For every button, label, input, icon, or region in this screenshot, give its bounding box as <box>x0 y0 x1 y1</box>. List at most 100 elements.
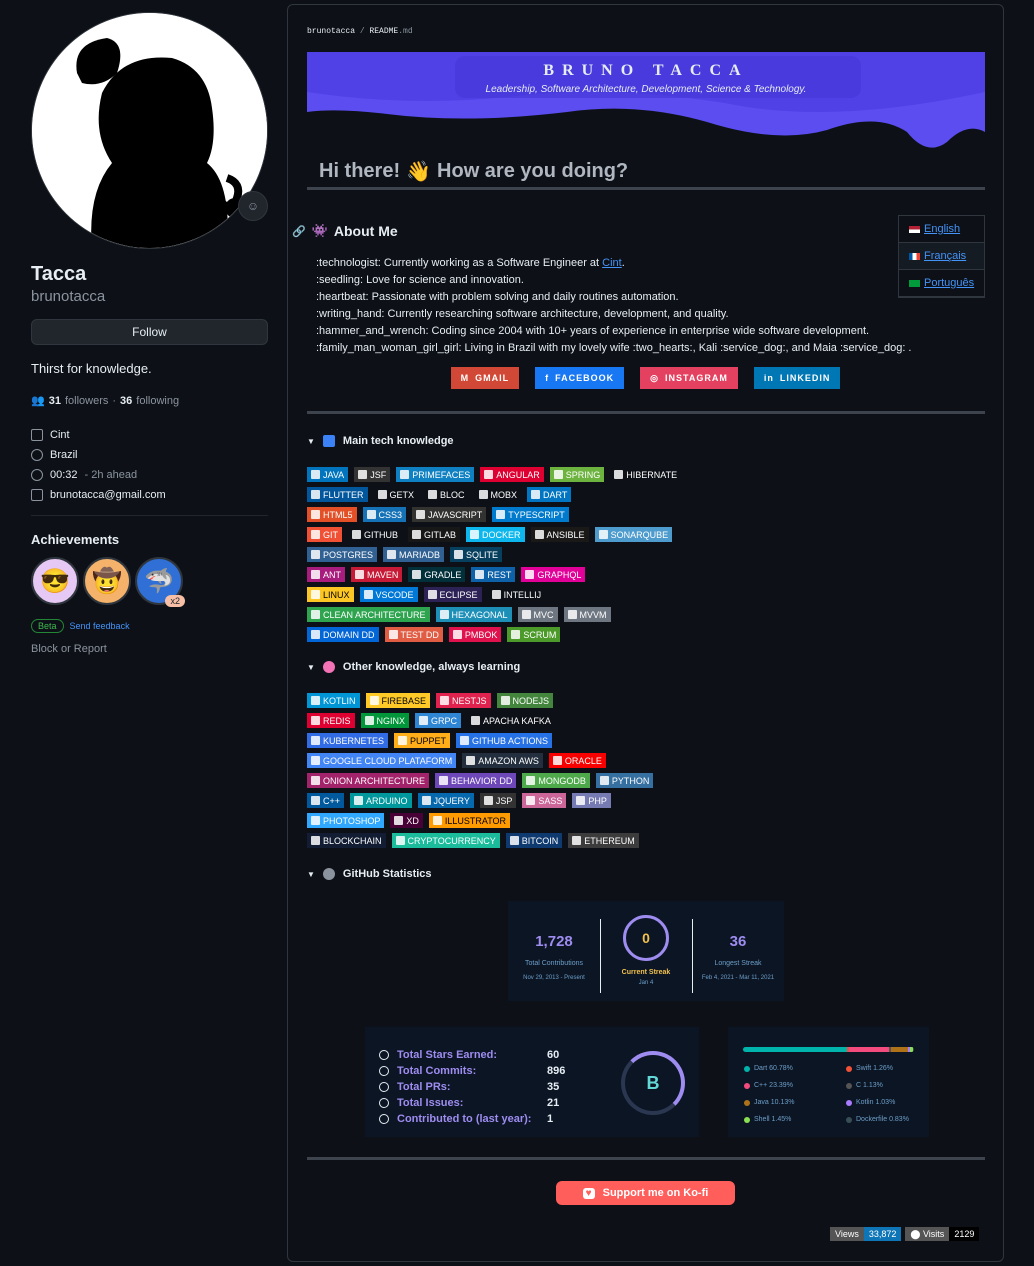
badge-row: ONION ARCHITECTURE BEHAVIOR DD MONGODB PYTH… <box>307 773 727 793</box>
badge-row: LINUX VSCODE ECLIPSE INTELLIJ <box>307 587 727 607</box>
feedback-line: Beta Send feedback <box>31 619 268 633</box>
followers-label[interactable]: followers <box>65 395 108 407</box>
tech-logo-icon <box>466 756 476 765</box>
language-bar-segment <box>890 1047 909 1052</box>
location-icon <box>31 449 43 461</box>
achievement-multiplier: x2 <box>165 595 185 607</box>
tech-logo-icon <box>509 836 519 845</box>
tech-badge: GRADLE <box>408 567 466 582</box>
visits-counter: ⬤ Visits 2129 <box>905 1227 980 1241</box>
tech-badge: ETHEREUM <box>568 833 639 848</box>
block-report-link[interactable]: Block or Report <box>31 643 268 655</box>
about-line: :hammer_and_wrench: Coding since 2004 wi… <box>316 325 870 337</box>
tech-badge: HEXAGONAL <box>435 607 512 622</box>
following-count[interactable]: 36 <box>120 395 132 407</box>
kofi-button[interactable]: ♥ Support me on Ko-fi <box>556 1181 735 1205</box>
book-icon <box>322 435 335 447</box>
tech-logo-icon <box>553 470 563 479</box>
tech-badge: BLOCKCHAIN <box>307 833 386 848</box>
tech-logo-icon <box>511 630 521 639</box>
beta-badge: Beta <box>31 619 64 633</box>
tech-logo-icon <box>363 590 373 599</box>
main-tech-badges: JAVA JSF PRIMEFACES ANGULAR SPRING HIBERNATE F… <box>307 467 727 647</box>
badge-row: BLOCKCHAIN CRYPTOCURRENCY BITCOIN ETHEREUM <box>307 833 727 853</box>
language-dot-icon <box>744 1082 750 1089</box>
following-label[interactable]: following <box>136 395 179 407</box>
cint-link[interactable]: Cint <box>602 257 622 269</box>
star-icon <box>379 1050 389 1060</box>
achievement-badge-3[interactable]: 🦈 x2 <box>135 557 185 607</box>
tech-logo-icon <box>366 510 376 519</box>
language-item: Kotlin 1.03% <box>846 1099 895 1106</box>
language-dot-icon <box>846 1065 852 1072</box>
tech-logo-icon <box>311 510 320 519</box>
kofi-cup-icon: ♥ <box>582 1187 595 1199</box>
tech-logo-icon <box>412 570 422 579</box>
header-banner: BRUNO TACCA Leadership, Software Archite… <box>307 52 985 152</box>
achievements-title: Achievements <box>31 532 120 547</box>
tech-logo-icon <box>394 816 404 825</box>
avatar[interactable] <box>31 12 268 249</box>
send-feedback-link[interactable]: Send feedback <box>70 621 130 631</box>
tech-badge: SONARQUBE <box>594 527 673 542</box>
language-bar-segment <box>912 1047 914 1052</box>
tech-logo-icon <box>428 490 438 499</box>
social-links: M GMAIL f FACEBOOK ◎ INSTAGRAM in LINKEDIN <box>288 367 1003 389</box>
tech-logo-icon <box>358 470 368 479</box>
clock-icon <box>31 469 43 481</box>
tech-logo-icon <box>416 510 426 519</box>
instagram-button[interactable]: ◎ INSTAGRAM <box>640 367 738 389</box>
tech-logo-icon <box>576 796 586 805</box>
tech-logo-icon <box>388 630 398 639</box>
lang-portuguese[interactable]: Português <box>899 270 984 297</box>
stat-issues: Total Issues: 21 <box>379 1097 559 1109</box>
anchor-link-icon[interactable]: 🔗 <box>292 225 306 238</box>
tech-badge: JAVASCRIPT <box>412 507 487 522</box>
tech-badge: MOBX <box>474 487 522 502</box>
tech-badge: FIREBASE <box>365 693 431 708</box>
location-item: Brazil <box>31 445 268 465</box>
building-icon <box>31 429 43 441</box>
achievement-badge-1[interactable]: 😎 <box>31 557 79 605</box>
status-emoji[interactable]: ☺ <box>238 191 268 221</box>
triangle-down-icon: ▼ <box>307 869 315 879</box>
lang-french[interactable]: Français <box>899 243 984 270</box>
tech-badge: SQLITE <box>450 547 503 562</box>
lang-english[interactable]: English <box>899 216 984 243</box>
tech-logo-icon <box>572 836 582 845</box>
badge-row: C++ ARDUINO JQUERY JSP SASS PHP <box>307 793 727 813</box>
tech-badge: XD <box>390 813 423 828</box>
tech-logo-icon <box>311 470 320 479</box>
tech-badge: ECLIPSE <box>423 587 482 602</box>
gmail-button[interactable]: M GMAIL <box>450 367 520 389</box>
tech-logo-icon <box>352 530 361 539</box>
facebook-icon: f <box>545 373 550 383</box>
breadcrumb: brunotacca / README.md <box>307 27 413 36</box>
streak-ring: 0 <box>623 915 669 961</box>
linkedin-button[interactable]: in LINKEDIN <box>753 367 841 389</box>
banner-title: BRUNO TACCA <box>543 62 749 79</box>
tech-logo-icon <box>354 796 364 805</box>
email-item[interactable]: brunotacca@gmail.com <box>31 485 268 505</box>
facebook-button[interactable]: f FACEBOOK <box>535 367 625 389</box>
main-tech-summary[interactable]: ▼ Main tech knowledge <box>307 435 454 447</box>
triangle-down-icon: ▼ <box>307 662 315 672</box>
tech-logo-icon <box>440 696 450 705</box>
tech-logo-icon <box>614 470 624 479</box>
tech-badge: HIBERNATE <box>610 467 682 482</box>
achievement-badge-2[interactable]: 🤠 <box>83 557 131 605</box>
language-bar-segment <box>743 1047 847 1052</box>
tech-logo-icon <box>567 610 577 619</box>
divider <box>307 411 985 414</box>
divider <box>307 1157 985 1160</box>
tech-badge: MONGODB <box>522 773 590 788</box>
tech-badge: CRYPTOCURRENCY <box>391 833 500 848</box>
tech-badge: NODEJS <box>496 693 554 708</box>
follow-button[interactable]: Follow <box>31 319 268 345</box>
tech-badge: SASS <box>522 793 567 808</box>
other-knowledge-summary[interactable]: ▼ Other knowledge, always learning <box>307 661 520 673</box>
tech-badge: PRIMEFACES <box>396 467 475 482</box>
followers-count[interactable]: 31 <box>49 395 61 407</box>
github-stats-summary[interactable]: ▼ GitHub Statistics <box>307 868 432 880</box>
tech-logo-icon <box>484 470 494 479</box>
